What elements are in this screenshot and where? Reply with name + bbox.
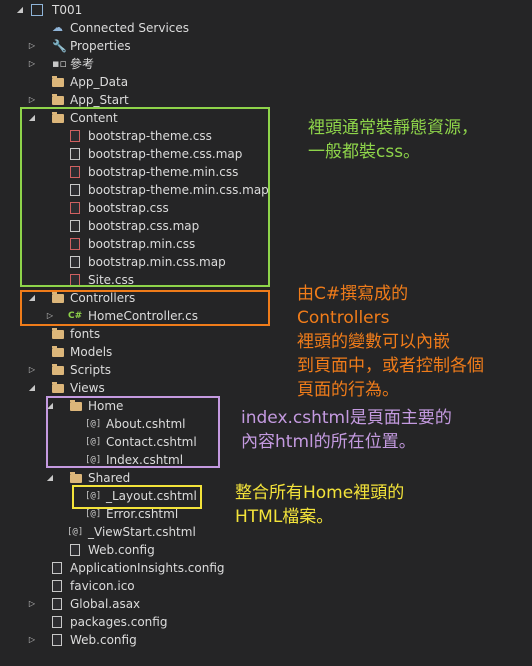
connected-services-label: Connected Services — [70, 21, 190, 35]
content-highlight-box — [20, 107, 270, 287]
config-file-icon — [52, 634, 62, 646]
models-label: Models — [70, 345, 113, 359]
tree-row-project[interactable]: ◢ T001 — [0, 1, 532, 19]
home-highlight-box — [46, 396, 220, 468]
fonts-label: fonts — [70, 327, 101, 341]
layout-note: 整合所有Home裡頭的 HTML檔案。 — [235, 483, 405, 527]
layout-highlight-box — [72, 485, 202, 509]
controllers-highlight-box — [20, 290, 270, 326]
properties-label: Properties — [70, 39, 131, 53]
folder-icon — [52, 94, 64, 105]
controllers-note: 由C#撰寫成的 Controllers 裡頭的變數可以內嵌 到頁面中，或者控制各… — [297, 284, 484, 400]
expand-arrow-icon[interactable]: ▷ — [27, 37, 37, 55]
expand-arrow-icon[interactable]: ▷ — [27, 631, 37, 649]
collapse-arrow-icon[interactable]: ◢ — [15, 1, 25, 19]
cloud-icon: ☁ — [52, 21, 63, 34]
icon-file-icon — [52, 580, 62, 592]
file-label: _ViewStart.cshtml — [88, 525, 196, 539]
folder-icon — [52, 328, 64, 339]
file-label: Web.config — [88, 543, 155, 557]
scripts-label: Scripts — [70, 363, 112, 377]
expand-arrow-icon[interactable]: ▷ — [27, 595, 37, 613]
open-folder-icon — [52, 382, 64, 393]
content-note: 裡頭通常裝靜態資源， 一般都裝css。 — [308, 118, 478, 162]
razor-file-icon: [@] — [67, 527, 84, 537]
file-label: Global.asax — [70, 597, 141, 611]
file-label: Web.config — [70, 633, 137, 647]
file-label: favicon.ico — [70, 579, 135, 593]
references-icon: ▪▫ — [52, 57, 67, 70]
file-label: ApplicationInsights.config — [70, 561, 225, 575]
references-label: 參考 — [70, 57, 95, 71]
collapse-arrow-icon[interactable]: ◢ — [45, 469, 55, 487]
asax-file-icon — [52, 598, 62, 610]
views-label: Views — [70, 381, 105, 395]
open-folder-icon — [70, 472, 82, 483]
app-data-label: App_Data — [70, 75, 129, 89]
expand-arrow-icon[interactable]: ▷ — [27, 361, 37, 379]
wrench-icon: 🔧 — [52, 39, 67, 53]
folder-icon — [52, 346, 64, 357]
project-label: T001 — [52, 3, 83, 17]
folder-icon — [52, 76, 64, 87]
config-file-icon — [70, 544, 80, 556]
file-label: packages.config — [70, 615, 168, 629]
home-note: index.cshtml是頁面主要的 內容html的所在位置。 — [241, 408, 452, 452]
folder-icon — [52, 364, 64, 375]
expand-arrow-icon[interactable]: ▷ — [27, 55, 37, 73]
config-file-icon — [52, 562, 62, 574]
collapse-arrow-icon[interactable]: ◢ — [27, 379, 37, 397]
project-icon — [31, 4, 43, 16]
config-file-icon — [52, 616, 62, 628]
